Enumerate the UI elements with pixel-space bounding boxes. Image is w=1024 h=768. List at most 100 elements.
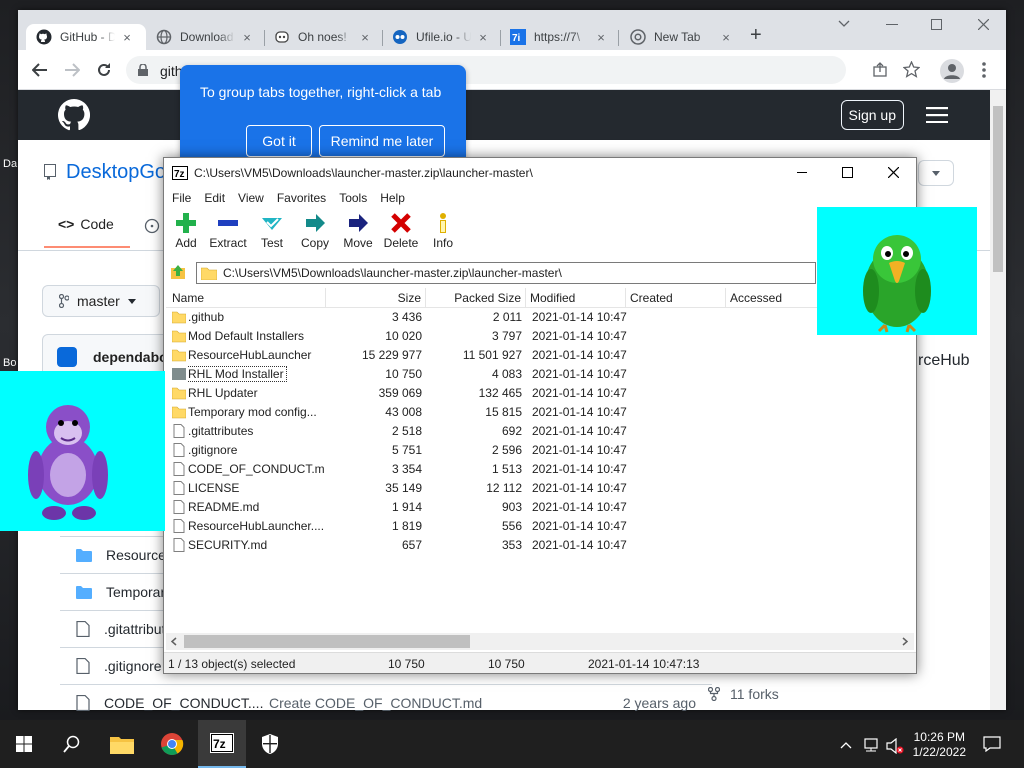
search-button[interactable] — [48, 720, 96, 768]
file-row[interactable]: README.md 1 914 903 2021-01-14 10:47 — [166, 498, 914, 517]
hamburger-menu-icon[interactable] — [926, 107, 948, 123]
column-accessed[interactable]: Accessed — [726, 288, 826, 308]
notifications-icon[interactable] — [983, 736, 1001, 752]
scroll-right-icon[interactable] — [902, 637, 908, 646]
file-row[interactable]: LICENSE 35 149 12 112 2021-01-14 10:47 — [166, 479, 914, 498]
maximize-icon[interactable] — [842, 167, 853, 178]
chrome-taskbar-button[interactable] — [148, 720, 196, 768]
file-row[interactable]: RHL Updater 359 069 132 465 2021-01-14 10:4… — [166, 384, 914, 403]
commit-message[interactable]: Create CODE_OF_CONDUCT.md — [269, 695, 559, 711]
forward-icon[interactable] — [64, 63, 80, 77]
tab-download[interactable]: Download × — [156, 24, 253, 50]
menu-edit[interactable]: Edit — [204, 191, 225, 205]
menu-file[interactable]: File — [172, 191, 191, 205]
close-icon[interactable]: × — [477, 30, 489, 45]
security-taskbar-button[interactable] — [246, 720, 294, 768]
file-explorer-button[interactable] — [98, 720, 146, 768]
up-folder-icon[interactable] — [170, 264, 186, 280]
delete-button[interactable]: Delete — [379, 210, 423, 250]
close-icon[interactable]: × — [720, 30, 732, 45]
lock-icon[interactable] — [138, 64, 148, 76]
tab-search-icon[interactable] — [838, 20, 850, 28]
share-icon[interactable] — [872, 62, 888, 78]
desktop-icon-label[interactable]: Da — [3, 158, 17, 170]
horizontal-scrollbar[interactable] — [166, 633, 914, 650]
tab-new-tab[interactable]: New Tab × — [630, 24, 732, 50]
issues-icon[interactable] — [144, 218, 160, 234]
close-icon[interactable]: × — [595, 30, 607, 45]
file-row[interactable]: RHL Mod Installer 10 750 4 083 2021-01-14 1… — [166, 365, 914, 384]
forks-link[interactable]: 11 forks — [708, 686, 779, 702]
file-row[interactable]: CODE_OF_CONDUCT.... Create CODE_OF_CONDU… — [60, 684, 712, 721]
commit-author[interactable]: dependabo — [93, 349, 168, 365]
file-row[interactable]: .github 3 436 2 011 2021-01-14 10:47 — [166, 308, 914, 327]
profile-avatar[interactable] — [940, 59, 964, 83]
7zip-taskbar-button[interactable]: 7z — [198, 720, 246, 768]
purple-gorilla-agent[interactable] — [0, 371, 165, 531]
minimize-icon[interactable] — [797, 172, 807, 173]
close-window-icon[interactable] — [888, 167, 899, 178]
new-tab-button[interactable]: + — [750, 24, 762, 47]
dependabot-avatar[interactable] — [57, 347, 77, 367]
parrot-agent[interactable] — [817, 207, 977, 335]
file-row[interactable]: ResourceHubLauncher 15 229 977 11 501 927 2… — [166, 346, 914, 365]
menu-favorites[interactable]: Favorites — [277, 191, 326, 205]
column-name[interactable]: Name — [166, 288, 326, 308]
chevron-up-icon[interactable] — [840, 741, 852, 749]
add-button[interactable]: Add — [164, 210, 208, 250]
file-row[interactable]: Temporary mod config... 43 008 15 815 2021-… — [166, 403, 914, 422]
star-dropdown-button[interactable] — [918, 160, 954, 186]
file-row[interactable]: Mod Default Installers 10 020 3 797 2021-01… — [166, 327, 914, 346]
repo-name[interactable]: DesktopGo — [66, 161, 166, 184]
column-packed-size[interactable]: Packed Size — [426, 288, 526, 308]
volume-muted-icon[interactable] — [886, 738, 904, 754]
tab-ufile[interactable]: Ufile.io - U × — [392, 24, 489, 50]
tab-7zip-site[interactable]: 7i https://7\ × — [510, 24, 607, 50]
reload-icon[interactable] — [96, 62, 112, 78]
column-size[interactable]: Size — [326, 288, 426, 308]
copy-button[interactable]: Copy — [293, 210, 337, 250]
tab-github[interactable]: GitHub - D × — [26, 24, 146, 50]
back-icon[interactable] — [32, 63, 48, 77]
maximize-icon[interactable] — [931, 19, 942, 30]
bookmark-star-icon[interactable] — [903, 61, 920, 78]
start-button[interactable] — [0, 720, 48, 768]
info-button[interactable]: Info — [421, 210, 465, 250]
remind-later-button[interactable]: Remind me later — [319, 125, 445, 157]
7zip-titlebar[interactable]: 7z C:\Users\VM5\Downloads\launcher-maste… — [164, 158, 916, 188]
branch-selector[interactable]: master — [42, 285, 160, 317]
file-row[interactable]: ResourceHubLauncher.... 1 819 556 2021-01-1… — [166, 517, 914, 536]
tab-code[interactable]: <> Code — [58, 216, 114, 232]
column-modified[interactable]: Modified — [526, 288, 626, 308]
close-icon[interactable]: × — [241, 30, 253, 45]
extract-button[interactable]: Extract — [206, 210, 250, 250]
github-logo-icon[interactable] — [58, 99, 90, 131]
tab-oh-noes[interactable]: Oh noes! × — [274, 24, 371, 50]
desktop-icon-label[interactable]: Bo — [3, 357, 16, 369]
file-row[interactable]: CODE_OF_CONDUCT.md 3 354 1 513 2021-01-14 1… — [166, 460, 914, 479]
column-created[interactable]: Created — [626, 288, 726, 308]
system-clock[interactable]: 10:26 PM 1/22/2022 — [913, 730, 966, 760]
move-button[interactable]: Move — [336, 210, 380, 250]
page-scroll-thumb[interactable] — [993, 106, 1003, 272]
close-window-icon[interactable] — [978, 19, 989, 30]
file-row[interactable]: SECURITY.md 657 353 2021-01-14 10:47 — [166, 536, 914, 555]
close-icon[interactable]: × — [359, 30, 371, 45]
kebab-menu-icon[interactable] — [982, 62, 986, 78]
file-name[interactable]: CODE_OF_CONDUCT.... — [104, 695, 269, 711]
sign-up-button[interactable]: Sign up — [840, 100, 904, 130]
file-row[interactable]: .gitattributes 2 518 692 2021-01-14 10:47 — [166, 422, 914, 441]
network-icon[interactable] — [862, 738, 880, 752]
menu-tools[interactable]: Tools — [339, 191, 367, 205]
close-icon[interactable]: × — [121, 30, 133, 45]
scroll-left-icon[interactable] — [171, 637, 177, 646]
file-row[interactable]: .gitignore 5 751 2 596 2021-01-14 10:47 — [166, 441, 914, 460]
scroll-thumb[interactable] — [184, 635, 470, 648]
got-it-button[interactable]: Got it — [246, 125, 312, 157]
minimize-icon[interactable] — [886, 24, 898, 26]
menu-help[interactable]: Help — [380, 191, 405, 205]
menu-view[interactable]: View — [238, 191, 264, 205]
test-button[interactable]: Test — [250, 210, 294, 250]
path-input[interactable]: C:\Users\VM5\Downloads\launcher-master.z… — [196, 262, 816, 284]
file-name[interactable]: .gitignore — [104, 658, 162, 674]
